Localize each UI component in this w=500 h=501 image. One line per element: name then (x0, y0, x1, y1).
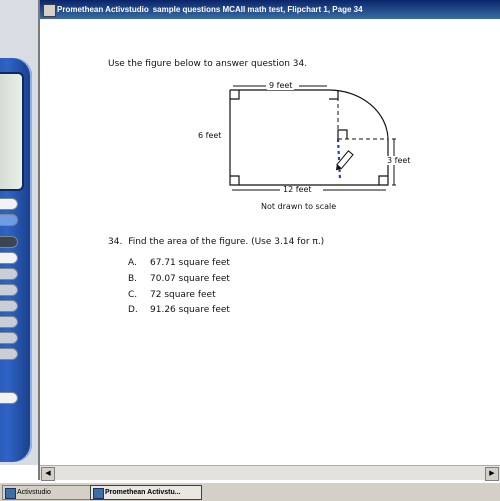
taskbar-item-label: Promethean Activstu... (105, 489, 181, 496)
label-right: 3 feet (387, 156, 411, 165)
question-stem: Find the area of the figure. (Use 3.14 f… (128, 237, 325, 247)
calculator-key[interactable] (0, 236, 18, 248)
taskbar: Activstudio Promethean Activstu... (0, 482, 500, 501)
calculator-key[interactable] (0, 332, 18, 344)
right-angle-mark (230, 90, 240, 100)
calculator-screen (0, 72, 24, 191)
choice-text: 91.26 square feet (150, 305, 230, 315)
calculator-key[interactable] (0, 284, 18, 296)
taskbar-item-label: Activstudio (17, 489, 51, 496)
right-angle-mark (378, 175, 388, 185)
answer-choice-c[interactable]: C. 72 square feet (128, 290, 216, 300)
choice-letter: A. (128, 258, 137, 268)
scroll-left-icon[interactable]: ◀ (41, 467, 55, 481)
answer-choice-a[interactable]: A. 67.71 square feet (128, 258, 230, 268)
choice-text: 72 square feet (150, 290, 216, 300)
right-angle-mark (230, 175, 240, 185)
activstudio-icon (5, 488, 16, 499)
window-title-app: Promethean Activstudio (57, 5, 149, 14)
right-angle-mark (337, 129, 348, 139)
window-titlebar[interactable]: Promethean Activstudio sample questions M… (40, 0, 500, 19)
app-icon[interactable] (43, 4, 56, 17)
calculator-key[interactable] (0, 392, 18, 404)
label-top: 9 feet (267, 81, 295, 90)
right-angle-mark (329, 90, 339, 100)
calculator-panel (0, 0, 38, 465)
answer-choice-d[interactable]: D. 91.26 square feet (128, 305, 230, 315)
choice-letter: B. (128, 274, 138, 284)
promethean-icon (93, 488, 104, 499)
choice-text: 67.71 square feet (150, 258, 230, 268)
question-number: 34. (108, 237, 123, 247)
calculator-key[interactable] (0, 316, 18, 328)
choice-letter: D. (128, 305, 138, 315)
horizontal-scrollbar[interactable]: ◀ ▶ (40, 465, 500, 481)
pen-tool-icon (335, 150, 354, 171)
choice-letter: C. (128, 290, 138, 300)
window-title-doc: sample questions MCAII math test, Flipch… (152, 5, 363, 14)
answer-choice-b[interactable]: B. 70.07 square feet (128, 274, 230, 284)
flipchart-page: Use the figure below to answer question … (40, 19, 500, 465)
calculator-key[interactable] (0, 300, 18, 312)
label-bottom: 12 feet (283, 185, 312, 194)
question-34: 34. Find the area of the figure. (Use 3.… (108, 237, 324, 247)
taskbar-item-activstudio[interactable]: Activstudio (2, 485, 96, 500)
activstudio-window: Promethean Activstudio sample questions M… (38, 0, 500, 480)
calculator-key[interactable] (0, 214, 18, 226)
figure-caption: Not drawn to scale (261, 202, 337, 211)
choice-text: 70.07 square feet (150, 274, 230, 284)
figure-outline (229, 90, 389, 186)
calculator-key[interactable] (0, 252, 18, 264)
calculator-key[interactable] (0, 198, 18, 210)
scroll-right-icon[interactable]: ▶ (485, 467, 499, 481)
pen-annotation (336, 138, 342, 180)
calculator-key[interactable] (0, 268, 18, 280)
calculator-key[interactable] (0, 348, 18, 360)
taskbar-item-promethean[interactable]: Promethean Activstu... (90, 485, 202, 500)
label-left: 6 feet (198, 131, 222, 140)
